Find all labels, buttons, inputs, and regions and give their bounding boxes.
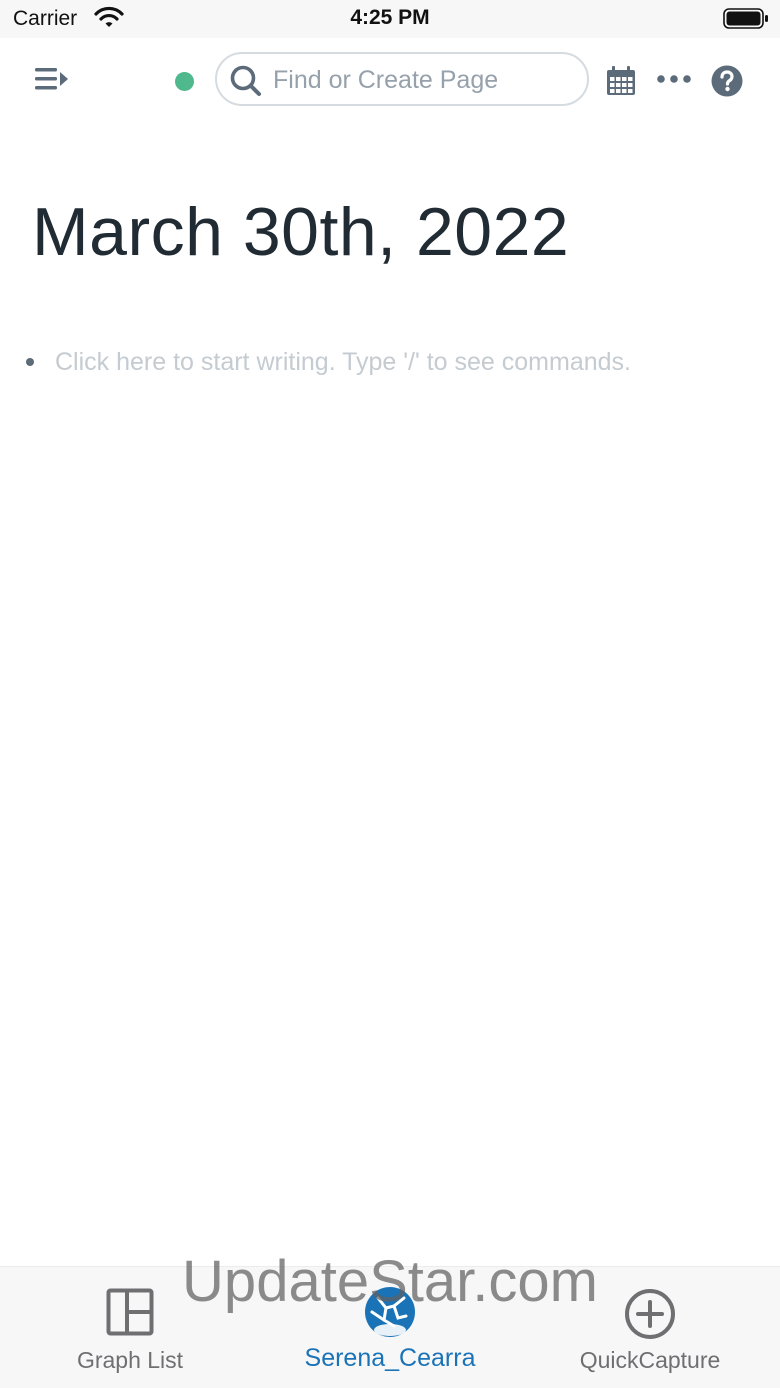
tab-graph-list[interactable]: Graph List [0,1267,260,1388]
search-box[interactable] [215,52,589,106]
block-placeholder[interactable]: Click here to start writing. Type '/' to… [55,348,631,377]
sync-status-dot [175,72,194,91]
search-icon [230,65,261,96]
tab-label: Serena_Cearra [304,1344,476,1372]
tab-serena-cearra[interactable]: Serena_Cearra [260,1267,520,1388]
top-toolbar [0,38,780,124]
bottom-tab-bar: Graph List Serena_Cearra QuickCapture [0,1266,780,1388]
tab-quick-capture[interactable]: QuickCapture [520,1267,780,1388]
search-input[interactable] [271,60,575,100]
tab-label: QuickCapture [579,1347,721,1373]
block-bullet[interactable] [26,358,34,366]
plus-circle-icon [625,1289,675,1339]
graph-list-icon [106,1288,154,1336]
empty-block[interactable]: Click here to start writing. Type '/' to… [22,345,631,379]
graph-avatar-icon [365,1287,415,1337]
calendar-icon[interactable] [606,66,636,96]
status-bar: Carrier 4:25 PM [0,0,780,38]
page-title: March 30th, 2022 [32,194,570,270]
battery-icon [723,8,768,29]
clock: 4:25 PM [350,6,430,29]
tab-label: Graph List [76,1347,184,1373]
more-icon[interactable] [657,74,691,84]
menu-icon[interactable] [35,66,69,92]
help-icon[interactable] [711,65,743,97]
